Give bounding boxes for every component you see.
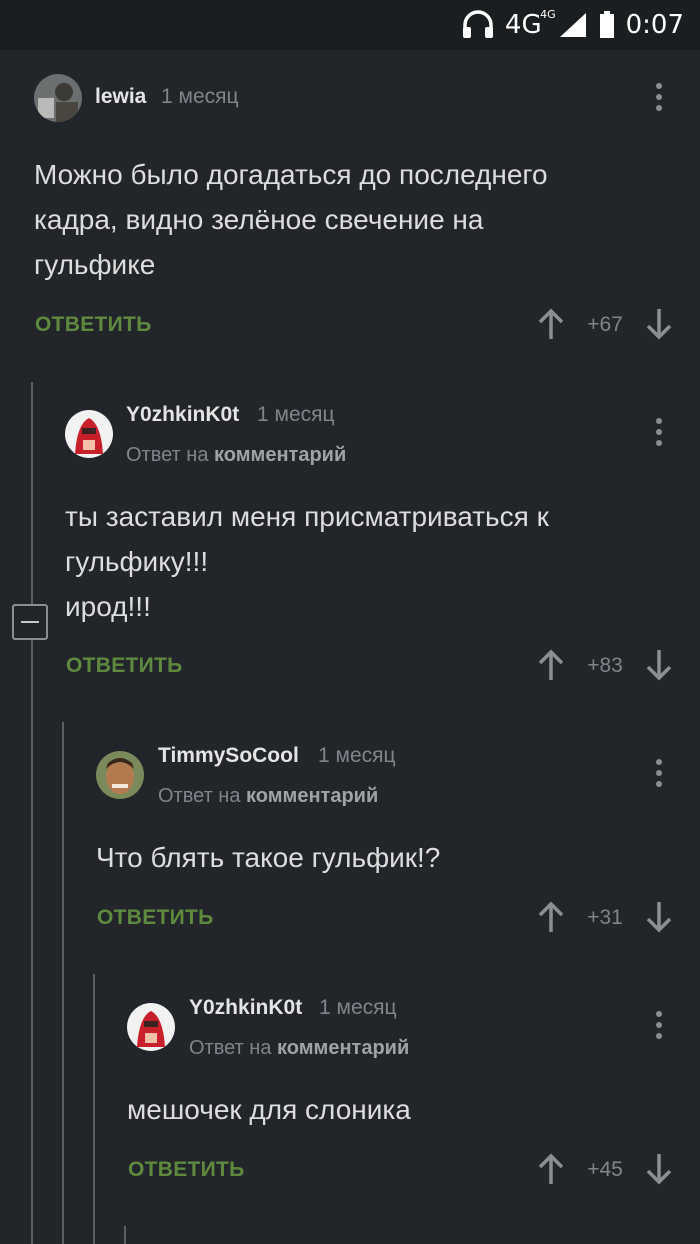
thread-line (31, 382, 33, 1244)
reply-to-link[interactable]: Ответ на комментарий (189, 1037, 409, 1060)
comment-author[interactable]: lewia (95, 85, 146, 109)
thread-line (62, 722, 64, 1244)
comment-time: 1 месяц (161, 85, 239, 108)
network-type: 4G 4G (504, 8, 556, 40)
upvote-arrow-icon[interactable] (536, 648, 566, 682)
comment-author[interactable]: TimmySoCool (158, 744, 299, 768)
comment-time: 1 месяц (319, 996, 397, 1019)
upvote-arrow-icon[interactable] (536, 900, 566, 934)
upvote-arrow-icon[interactable] (536, 307, 566, 341)
comment-author[interactable]: Y0zhkinK0t (189, 996, 302, 1020)
upvote-arrow-icon[interactable] (536, 1152, 566, 1186)
more-options-icon[interactable] (654, 83, 664, 113)
avatar[interactable] (96, 751, 144, 799)
avatar[interactable] (127, 1003, 175, 1051)
signal-icon (559, 13, 586, 37)
downvote-arrow-icon[interactable] (644, 1152, 674, 1186)
avatar[interactable] (65, 410, 113, 458)
status-bar: 4G 4G 0:07 (0, 0, 700, 50)
battery-icon (599, 11, 614, 38)
comment-text: Что блять такое гульфик!? (96, 842, 441, 873)
comment-author[interactable]: Y0zhkinK0t (126, 403, 239, 427)
thread-line (124, 1226, 126, 1244)
downvote-arrow-icon[interactable] (644, 307, 674, 341)
reply-button[interactable]: ОТВЕТИТЬ (66, 654, 183, 678)
comment-score: +67 (587, 313, 623, 336)
downvote-arrow-icon[interactable] (644, 900, 674, 934)
downvote-arrow-icon[interactable] (644, 648, 674, 682)
collapse-thread-button[interactable] (12, 604, 48, 640)
clock: 0:07 (625, 10, 684, 40)
comment-text: ты заставил меня присматриваться к гульф… (65, 501, 549, 622)
more-options-icon[interactable] (654, 1011, 664, 1041)
reply-to-link[interactable]: Ответ на комментарий (158, 785, 378, 808)
more-options-icon[interactable] (654, 759, 664, 789)
comment-score: +45 (587, 1158, 623, 1181)
comment-score: +31 (587, 906, 623, 929)
avatar[interactable] (34, 74, 82, 122)
comment-text: мешочек для слоника (127, 1094, 411, 1125)
reply-button[interactable]: ОТВЕТИТЬ (128, 1158, 245, 1182)
comment-time: 1 месяц (257, 403, 335, 426)
more-options-icon[interactable] (654, 418, 664, 448)
reply-button[interactable]: ОТВЕТИТЬ (35, 313, 152, 337)
headset-icon (462, 10, 493, 38)
thread-line (93, 974, 95, 1244)
comment-time: 1 месяц (318, 744, 396, 767)
comment-score: +83 (587, 654, 623, 677)
reply-to-link[interactable]: Ответ на комментарий (126, 444, 346, 467)
comment-text: Можно было догадаться до последнего кадр… (34, 159, 548, 280)
reply-button[interactable]: ОТВЕТИТЬ (97, 906, 214, 930)
